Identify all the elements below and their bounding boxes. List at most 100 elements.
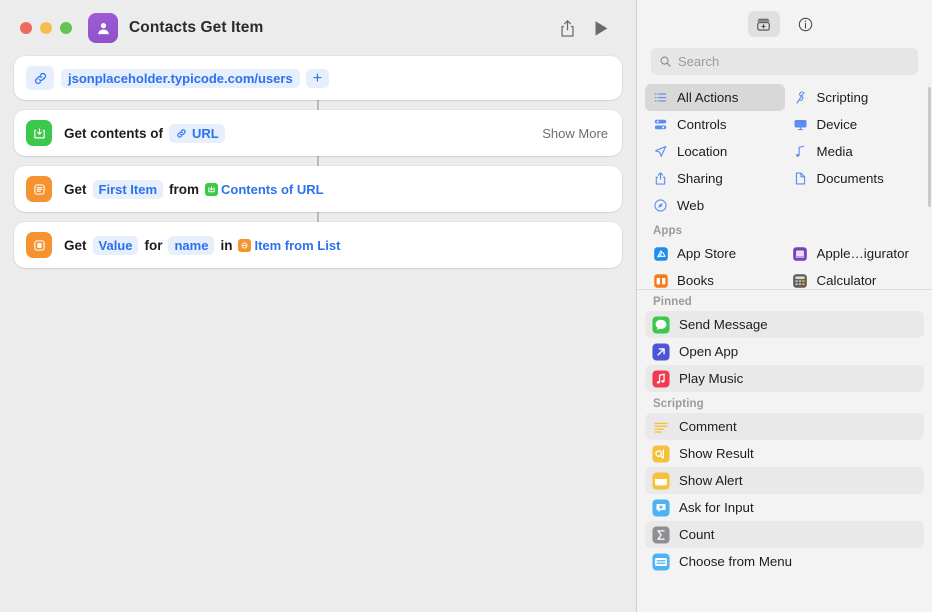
scripting-ribbon-icon — [792, 89, 809, 106]
search-input[interactable] — [678, 54, 910, 69]
location-arrow-icon — [652, 143, 669, 160]
list-item-label: Choose from Menu — [679, 554, 792, 569]
category-label: Location — [677, 144, 727, 159]
ask-input-icon — [652, 499, 670, 517]
choose-menu-icon — [652, 553, 670, 571]
apps-grid: App Store Apple…igurator — [645, 240, 924, 289]
controls-slider-icon — [652, 116, 669, 133]
url-value-field[interactable]: jsonplaceholder.typicode.com/users — [61, 69, 300, 88]
share-up-icon — [652, 170, 669, 187]
app-label: Calculator — [817, 273, 877, 288]
app-item-apple-configurator[interactable]: Apple…igurator — [785, 240, 925, 267]
category-label: Sharing — [677, 171, 723, 186]
document-page-icon — [792, 170, 809, 187]
app-label: Apple…igurator — [817, 246, 909, 261]
category-label: Device — [817, 117, 858, 132]
close-button[interactable] — [20, 22, 32, 34]
search-container — [637, 48, 932, 84]
search-field[interactable] — [651, 48, 918, 75]
list-item-label: Show Result — [679, 446, 754, 461]
first-item-token[interactable]: First Item — [93, 180, 164, 199]
list-item-count[interactable]: Count — [645, 521, 924, 548]
run-button[interactable] — [584, 13, 618, 43]
app-label: App Store — [677, 246, 736, 261]
app-store-icon — [652, 245, 669, 262]
show-more-button[interactable]: Show More — [542, 126, 608, 141]
info-button[interactable] — [790, 11, 822, 37]
list-item-ask-for-input[interactable]: Ask for Input — [645, 494, 924, 521]
get-value-content: Get Value for name in I — [64, 236, 340, 255]
item-from-list-variable[interactable]: Item from List — [238, 236, 340, 255]
contents-of-url-variable[interactable]: Contents of URL — [205, 180, 324, 199]
list-item-label: Send Message — [679, 317, 768, 332]
category-media[interactable]: Media — [785, 138, 925, 165]
window-titlebar: Contacts Get Item — [0, 0, 636, 56]
safari-compass-icon — [652, 197, 669, 214]
pinned-section-header: Pinned — [645, 290, 924, 311]
sidebar-toolbar — [637, 0, 932, 48]
category-label: Scripting — [817, 90, 869, 105]
action-connector — [317, 100, 319, 110]
categories-grid: All Actions Scripting — [645, 84, 924, 219]
comment-lines-icon — [652, 418, 670, 436]
list-item-label: Count — [679, 527, 714, 542]
app-item-app-store[interactable]: App Store — [645, 240, 785, 267]
zoom-button[interactable] — [60, 22, 72, 34]
action-library-button[interactable] — [748, 11, 780, 37]
app-item-calculator[interactable]: Calculator — [785, 267, 925, 289]
list-item-label: Comment — [679, 419, 737, 434]
show-result-icon — [652, 445, 670, 463]
categories-scroll-area[interactable]: All Actions Scripting — [637, 84, 932, 289]
list-icon — [238, 239, 251, 252]
link-icon — [175, 127, 188, 140]
share-button[interactable] — [550, 13, 584, 43]
add-url-button[interactable]: + — [306, 69, 329, 88]
display-icon — [792, 116, 809, 133]
action-library-sidebar: All Actions Scripting — [636, 0, 932, 612]
list-item-show-result[interactable]: Show Result — [645, 440, 924, 467]
list-item-comment[interactable]: Comment — [645, 413, 924, 440]
download-box-icon — [26, 120, 52, 146]
category-all-actions[interactable]: All Actions — [645, 84, 785, 111]
list-item-choose-from-menu[interactable]: Choose from Menu — [645, 548, 924, 575]
url-token[interactable]: URL — [169, 124, 225, 143]
list-bullet-icon — [652, 89, 669, 106]
key-name-field[interactable]: name — [168, 236, 214, 255]
for-word: for — [144, 238, 162, 253]
category-controls[interactable]: Controls — [645, 111, 785, 138]
minimize-button[interactable] — [40, 22, 52, 34]
category-label: Documents — [817, 171, 884, 186]
from-word: from — [169, 182, 199, 197]
apple-configurator-icon — [792, 245, 809, 262]
variable-label: Contents of URL — [221, 182, 324, 197]
url-action-content: jsonplaceholder.typicode.com/users + — [61, 69, 329, 88]
category-label: Media — [817, 144, 853, 159]
grid-spacer — [785, 192, 925, 219]
action-row-get-item-from-list[interactable]: Get First Item from Contents of URL — [14, 166, 622, 212]
apps-section-header: Apps — [645, 219, 924, 240]
list-item-label: Ask for Input — [679, 500, 754, 515]
traffic-light-controls[interactable] — [20, 22, 72, 34]
list-item-show-alert[interactable]: Show Alert — [645, 467, 924, 494]
action-row-get-contents[interactable]: Get contents of URL Show More — [14, 110, 622, 156]
category-web[interactable]: Web — [645, 192, 785, 219]
category-label: Controls — [677, 117, 727, 132]
category-sharing[interactable]: Sharing — [645, 165, 785, 192]
list-item-label: Play Music — [679, 371, 743, 386]
app-item-books[interactable]: Books — [645, 267, 785, 289]
suggestions-list: Pinned Send Message Open App — [637, 290, 932, 612]
category-scripting[interactable]: Scripting — [785, 84, 925, 111]
messages-bubble-icon — [652, 316, 670, 334]
value-token[interactable]: Value — [93, 236, 139, 255]
category-location[interactable]: Location — [645, 138, 785, 165]
list-icon — [26, 176, 52, 202]
category-device[interactable]: Device — [785, 111, 925, 138]
list-item-send-message[interactable]: Send Message — [645, 311, 924, 338]
action-row-get-dictionary-value[interactable]: Get Value for name in I — [14, 222, 622, 268]
list-item-play-music[interactable]: Play Music — [645, 365, 924, 392]
list-item-open-app[interactable]: Open App — [645, 338, 924, 365]
categories-scrollbar[interactable] — [928, 87, 931, 207]
action-connector — [317, 212, 319, 222]
category-documents[interactable]: Documents — [785, 165, 925, 192]
action-row-url[interactable]: jsonplaceholder.typicode.com/users + — [14, 56, 622, 100]
